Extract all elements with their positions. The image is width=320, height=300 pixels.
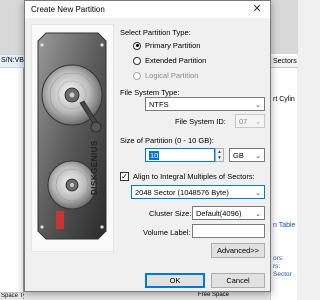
ok-button[interactable]: OK [145, 273, 205, 288]
background-sector-list: ors: rs: Sector [271, 254, 298, 280]
volume-label-input[interactable] [192, 224, 265, 238]
radio-label: Extended Partition [145, 56, 207, 65]
radio-extended-partition[interactable]: Extended Partition [133, 56, 206, 65]
background-disk-row[interactable]: S/N:VB [0, 54, 24, 68]
fs-id-select: 07 ⌄ [235, 114, 265, 128]
fs-id-label: File System ID: [175, 117, 226, 126]
create-partition-dialog: Create New Partition ✕ DISKGENIUS Select… [24, 0, 271, 292]
radio-icon [133, 71, 141, 80]
background-left-pane: S/N:VB Space Type [0, 0, 24, 300]
partition-type-label: Select Partition Type: [120, 28, 191, 37]
chevron-down-icon: ⌄ [255, 102, 261, 109]
radio-icon [133, 56, 141, 65]
diskgenius-logo-text: DISKGENIUS [90, 140, 99, 195]
spin-down-icon: ▼ [217, 155, 222, 160]
volume-label-label: Volume Label: [143, 228, 191, 237]
background-bottom-bar: Free Space [24, 292, 270, 300]
background-sector-line: Sector [273, 271, 292, 278]
align-select[interactable]: 2048 Sector (1048576 Byte) ⌄ [131, 185, 265, 199]
background-column-free-space: Free Space [198, 292, 230, 298]
size-input[interactable]: 10 [145, 148, 215, 162]
hard-disk-icon [37, 32, 107, 240]
background-table-text: n Table S [273, 222, 298, 229]
dialog-titlebar[interactable]: Create New Partition ✕ [25, 1, 270, 18]
background-cylinder-text: rt Cylin [273, 96, 295, 103]
radio-label: Primary Partition [145, 41, 201, 50]
fs-type-label: File System Type: [120, 88, 180, 97]
advanced-button[interactable]: Advanced>> [211, 243, 265, 258]
fs-id-value: 07 [239, 117, 248, 126]
align-label: Align to Integral Multiples of Sectors: [133, 172, 255, 181]
background-right-pane: Sectors rt Cylin n Table S ors: rs: Sect… [270, 0, 298, 300]
fs-type-select[interactable]: NTFS ⌄ [145, 97, 265, 111]
background-column-space-type: Space Type [0, 292, 24, 300]
close-icon[interactable]: ✕ [250, 2, 264, 16]
cluster-size-label: Cluster Size: [149, 209, 192, 218]
align-checkbox[interactable]: ✓ Align to Integral Multiples of Sectors… [120, 172, 255, 181]
size-value: 10 [149, 151, 160, 160]
chevron-down-icon: ⌄ [255, 211, 261, 218]
radio-primary-partition[interactable]: Primary Partition [133, 41, 200, 50]
size-spinner[interactable]: ▲ ▼ [215, 148, 224, 162]
fs-type-value: NTFS [149, 100, 169, 109]
radio-icon [133, 41, 141, 50]
background-toolbar-right [271, 0, 298, 54]
chevron-down-icon: ⌄ [255, 190, 261, 197]
diskgenius-logo-panel: DISKGENIUS [31, 24, 114, 252]
background-sector-line: ors: [273, 255, 284, 262]
size-unit-select[interactable]: GB ⌄ [229, 148, 265, 162]
chevron-down-icon: ⌄ [255, 119, 261, 126]
dialog-title: Create New Partition [31, 5, 105, 14]
cluster-size-value: Default(4096) [196, 209, 242, 218]
background-sector-line: rs: [273, 263, 281, 270]
background-toolbar-left [0, 0, 24, 54]
cancel-button[interactable]: Cancel [211, 273, 265, 288]
checkmark-icon: ✓ [120, 172, 129, 181]
radio-label: Logical Partition [145, 71, 199, 80]
size-label: Size of Partition (0 - 10 GB): [120, 136, 214, 145]
cluster-size-select[interactable]: Default(4096) ⌄ [192, 206, 265, 220]
radio-logical-partition: Logical Partition [133, 71, 198, 80]
chevron-down-icon: ⌄ [255, 153, 261, 160]
align-value: 2048 Sector (1048576 Byte) [135, 188, 229, 197]
background-sectors-header: Sectors [271, 56, 298, 68]
size-unit-value: GB [233, 151, 244, 160]
